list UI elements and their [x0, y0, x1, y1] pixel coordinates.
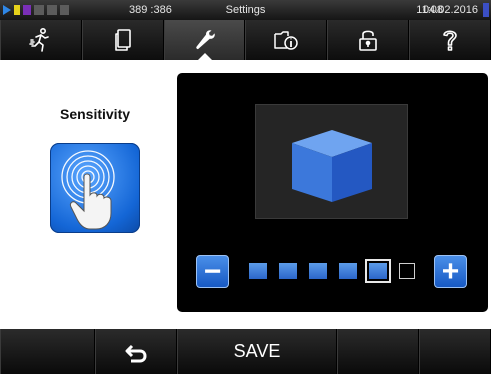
- wrench-icon: [195, 30, 215, 50]
- increase-button[interactable]: +: [434, 255, 467, 288]
- clock-date: 04.02.2016: [422, 4, 478, 16]
- level-segment-2[interactable]: [279, 263, 297, 279]
- back-button[interactable]: [95, 329, 177, 374]
- tab-login[interactable]: [327, 20, 410, 60]
- main-toolbar: [0, 20, 491, 60]
- page-title: Sensitivity: [59, 106, 131, 122]
- edge-indicator: [483, 3, 489, 17]
- help-icon: [443, 30, 457, 51]
- bottom-bar: SAVE: [0, 329, 491, 374]
- bottom-spacer: [419, 329, 491, 374]
- sensitivity-preview: [255, 104, 408, 219]
- touch-sensitivity-icon: [50, 143, 140, 233]
- level-segment-1[interactable]: [249, 263, 267, 279]
- tab-info[interactable]: [245, 20, 328, 60]
- level-segment-5[interactable]: [369, 263, 387, 279]
- save-label: SAVE: [233, 341, 281, 361]
- level-segment-3[interactable]: [309, 263, 327, 279]
- tab-settings[interactable]: [163, 20, 246, 60]
- decrease-button[interactable]: −: [196, 255, 229, 288]
- unlock-icon: [359, 30, 378, 51]
- level-segment-6[interactable]: [399, 263, 415, 279]
- sensitivity-panel: − +: [177, 73, 488, 312]
- level-segment-4[interactable]: [339, 263, 357, 279]
- tab-documents[interactable]: [81, 20, 164, 60]
- info-folder-icon: [274, 31, 299, 50]
- tab-help[interactable]: [409, 20, 491, 60]
- status-bar: 389 :386 Settings 11:08 04.02.2016: [0, 0, 491, 20]
- plus-icon: +: [441, 254, 460, 288]
- minus-icon: −: [203, 254, 222, 288]
- documents-icon: [114, 29, 131, 51]
- cube-icon: [292, 130, 372, 202]
- settings-content: Sensitivity − +: [0, 60, 491, 329]
- back-arrow-icon: [125, 344, 147, 362]
- tab-program[interactable]: [0, 20, 82, 60]
- save-button[interactable]: SAVE: [177, 329, 337, 374]
- running-man-icon: [29, 27, 49, 52]
- bottom-spacer: [0, 329, 95, 374]
- bottom-spacer: [337, 329, 419, 374]
